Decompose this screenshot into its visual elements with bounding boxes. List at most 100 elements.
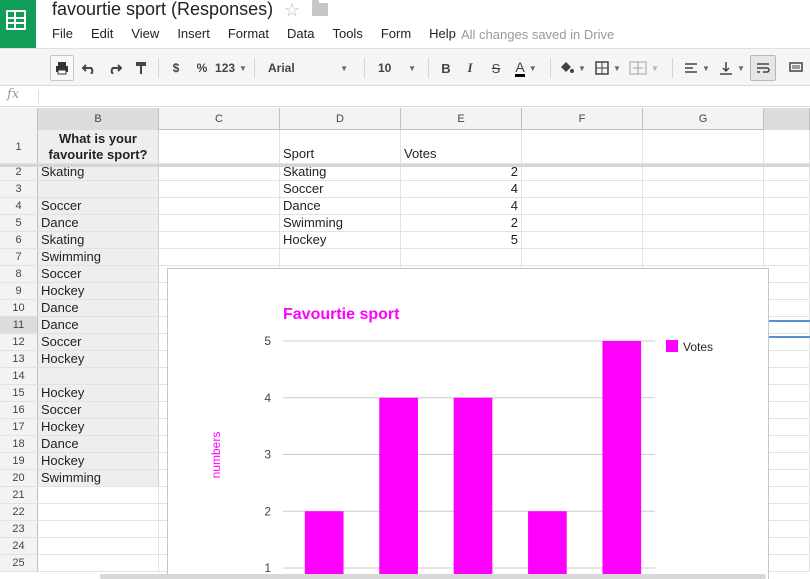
menu-tools[interactable]: Tools: [332, 26, 362, 44]
bold-button[interactable]: B: [436, 55, 456, 81]
currency-button[interactable]: $: [166, 55, 186, 81]
cell-f3[interactable]: [522, 181, 643, 197]
column-header-f[interactable]: F: [522, 108, 643, 130]
cell-g1[interactable]: [643, 130, 764, 163]
cell-b15[interactable]: Hockey: [38, 385, 159, 401]
row-header-13[interactable]: 13: [0, 351, 38, 367]
row-header-7[interactable]: 7: [0, 249, 38, 265]
align-button[interactable]: ▼: [680, 55, 714, 81]
cell-e3[interactable]: 4: [401, 181, 522, 197]
cell-g6[interactable]: [643, 232, 764, 248]
strikethrough-button[interactable]: S: [486, 55, 506, 81]
cell-h23[interactable]: [764, 521, 810, 537]
cell-b6[interactable]: Skating: [38, 232, 159, 248]
cell-f6[interactable]: [522, 232, 643, 248]
cell-d5[interactable]: Swimming: [280, 215, 401, 231]
vertical-align-button[interactable]: ▼: [716, 55, 748, 81]
document-title[interactable]: favourtie sport (Responses): [52, 0, 273, 20]
text-color-button[interactable]: A ▼: [510, 55, 542, 81]
cell-f1[interactable]: [522, 130, 643, 163]
chart[interactable]: Favourtie sport 1 2 3 4 5 numbers Votes: [167, 268, 769, 579]
cell-h16[interactable]: [764, 402, 810, 418]
cell-h10[interactable]: [764, 300, 810, 316]
horizontal-scrollbar[interactable]: [100, 574, 766, 579]
row-header-16[interactable]: 16: [0, 402, 38, 418]
cell-b1[interactable]: What is your favourite sport?: [38, 130, 159, 163]
row-header-18[interactable]: 18: [0, 436, 38, 452]
menu-form[interactable]: Form: [381, 26, 411, 44]
freeze-divider[interactable]: [0, 164, 810, 167]
cell-g7[interactable]: [643, 249, 764, 265]
sheets-logo[interactable]: [0, 0, 36, 48]
cell-b20[interactable]: Swimming: [38, 470, 159, 486]
cell-h24[interactable]: [764, 538, 810, 554]
cell-c5[interactable]: [159, 215, 280, 231]
cell-e4[interactable]: 4: [401, 198, 522, 214]
cell-c3[interactable]: [159, 181, 280, 197]
cell-b7[interactable]: Swimming: [38, 249, 159, 265]
cell-h15[interactable]: [764, 385, 810, 401]
cell-b11[interactable]: Dance: [38, 317, 159, 333]
cell-b18[interactable]: Dance: [38, 436, 159, 452]
row-header-25[interactable]: 25: [0, 555, 38, 571]
folder-icon[interactable]: [312, 0, 328, 16]
row-header-8[interactable]: 8: [0, 266, 38, 282]
cell-h4[interactable]: [764, 198, 810, 214]
row-header-5[interactable]: 5: [0, 215, 38, 231]
cell-b13[interactable]: Hockey: [38, 351, 159, 367]
cell-b12[interactable]: Soccer: [38, 334, 159, 350]
row-header-24[interactable]: 24: [0, 538, 38, 554]
row-header-3[interactable]: 3: [0, 181, 38, 197]
cell-h8[interactable]: [764, 266, 810, 282]
row-header-14[interactable]: 14: [0, 368, 38, 384]
row-header-20[interactable]: 20: [0, 470, 38, 486]
cell-g5[interactable]: [643, 215, 764, 231]
row-header-22[interactable]: 22: [0, 504, 38, 520]
font-size-dropdown[interactable]: 10 ▼: [372, 55, 422, 81]
cell-c6[interactable]: [159, 232, 280, 248]
redo-button[interactable]: [104, 55, 126, 81]
cell-h14[interactable]: [764, 368, 810, 384]
menu-file[interactable]: File: [52, 26, 73, 44]
cell-f4[interactable]: [522, 198, 643, 214]
row-header-10[interactable]: 10: [0, 300, 38, 316]
cell-h19[interactable]: [764, 453, 810, 469]
menu-format[interactable]: Format: [228, 26, 269, 44]
row-header-4[interactable]: 4: [0, 198, 38, 214]
star-icon[interactable]: ☆: [284, 0, 300, 21]
cell-d6[interactable]: Hockey: [280, 232, 401, 248]
cell-h9[interactable]: [764, 283, 810, 299]
print-button[interactable]: [50, 55, 74, 81]
row-header-15[interactable]: 15: [0, 385, 38, 401]
cell-h17[interactable]: [764, 419, 810, 435]
cell-b17[interactable]: Hockey: [38, 419, 159, 435]
cell-h1[interactable]: [764, 130, 810, 163]
cell-h7[interactable]: [764, 249, 810, 265]
menu-help[interactable]: Help: [429, 26, 456, 44]
row-header-6[interactable]: 6: [0, 232, 38, 248]
cell-b3[interactable]: [38, 181, 159, 197]
cell-b5[interactable]: Dance: [38, 215, 159, 231]
cell-e6[interactable]: 5: [401, 232, 522, 248]
fill-color-button[interactable]: ▼: [556, 55, 588, 81]
italic-button[interactable]: I: [460, 55, 480, 81]
cell-d4[interactable]: Dance: [280, 198, 401, 214]
cell-b19[interactable]: Hockey: [38, 453, 159, 469]
column-header-c[interactable]: C: [159, 108, 280, 130]
cell-h20[interactable]: [764, 470, 810, 486]
column-header-h[interactable]: [764, 108, 810, 130]
merge-cells-button[interactable]: ▼: [626, 55, 662, 81]
column-header-g[interactable]: G: [643, 108, 764, 130]
row-header-9[interactable]: 9: [0, 283, 38, 299]
cell-b8[interactable]: Soccer: [38, 266, 159, 282]
cell-d1[interactable]: Sport: [280, 130, 401, 163]
select-all-corner[interactable]: [0, 108, 38, 130]
cell-b22[interactable]: [38, 504, 159, 520]
cell-c4[interactable]: [159, 198, 280, 214]
percent-button[interactable]: %: [192, 55, 212, 81]
row-header-12[interactable]: 12: [0, 334, 38, 350]
column-header-d[interactable]: D: [280, 108, 401, 130]
paint-format-button[interactable]: [130, 55, 152, 81]
cell-b25[interactable]: [38, 555, 159, 571]
cell-h25[interactable]: [764, 555, 810, 571]
